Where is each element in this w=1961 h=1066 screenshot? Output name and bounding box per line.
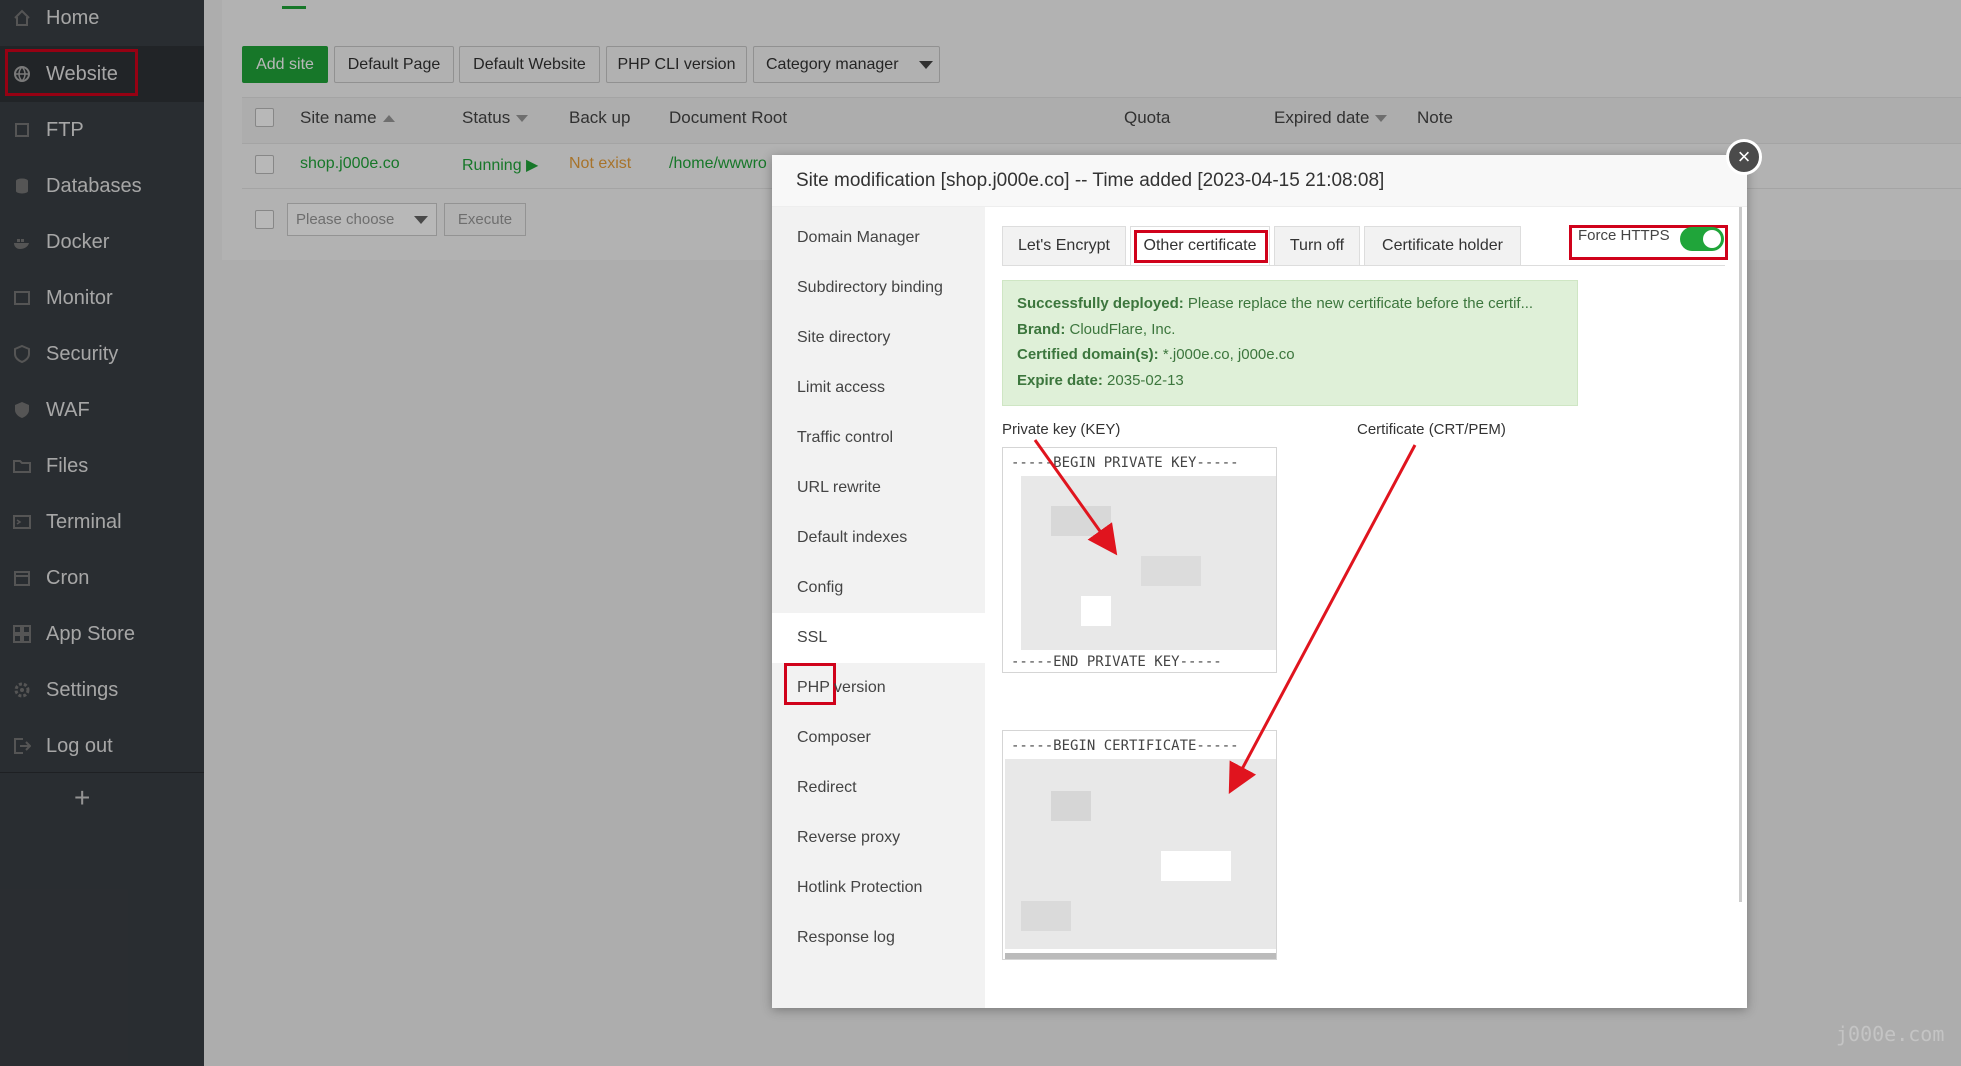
watermark: j000e.com xyxy=(1836,1022,1945,1046)
arrow-to-certificate xyxy=(1228,444,1417,794)
arrow-to-private-key xyxy=(1033,439,1118,556)
annotation-arrows xyxy=(1033,439,1417,794)
